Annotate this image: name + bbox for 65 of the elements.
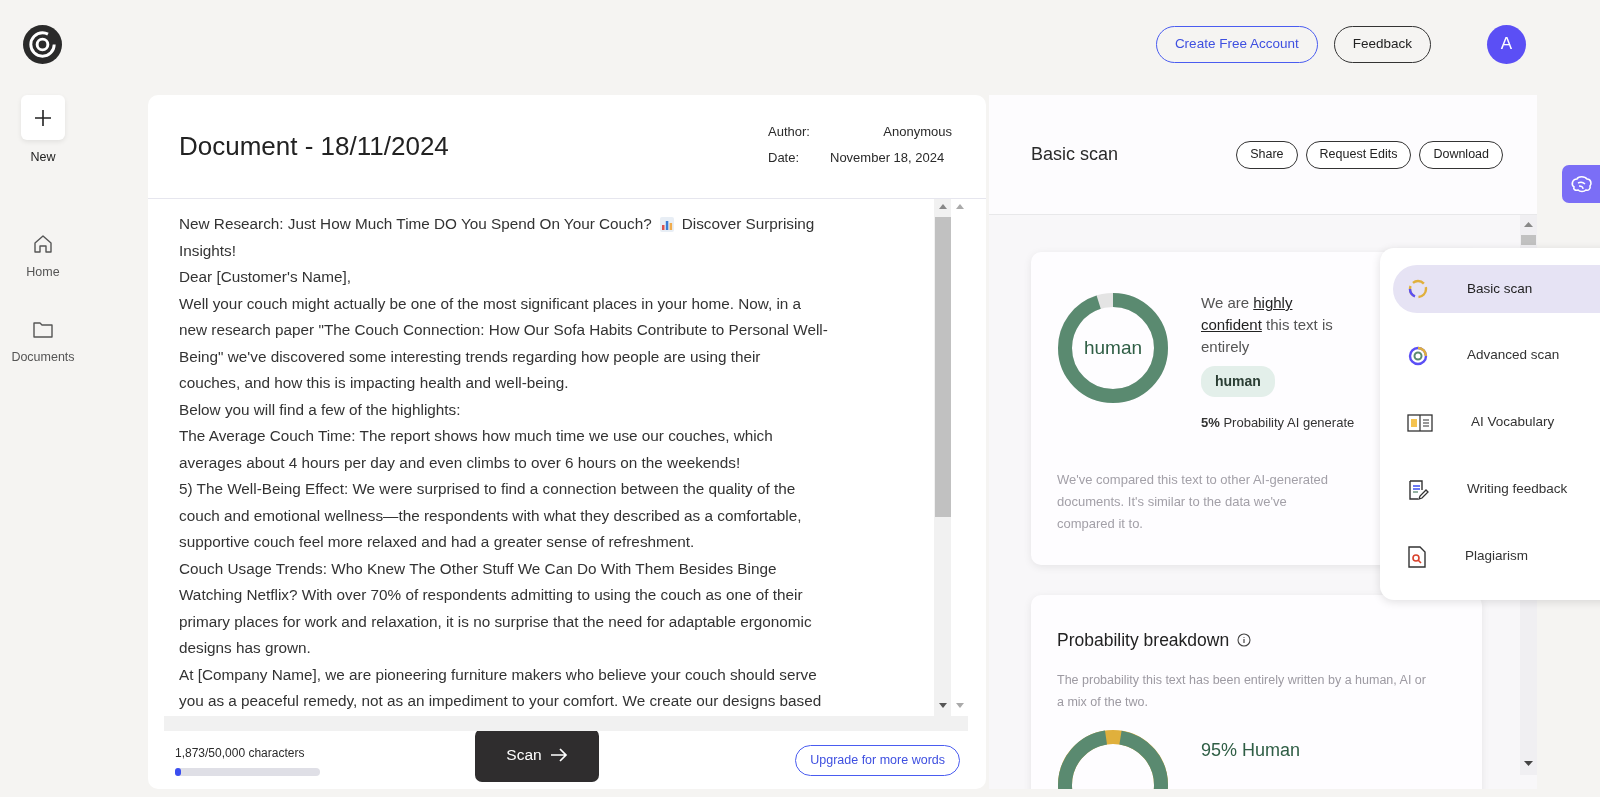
nav-label[interactable]: Documents (11, 347, 75, 367)
breakdown-description: The probability this text has been entirely written by a human, AI or a mix of the two. (1057, 672, 1427, 712)
text-line: Discover Surprising (681, 214, 815, 234)
verdict-tag: human (1201, 366, 1275, 397)
new-label: New (30, 149, 56, 166)
meta-value: Anonymous (882, 122, 952, 141)
document-search-icon (1407, 545, 1427, 568)
folder-icon[interactable] (32, 319, 54, 340)
upgrade-button[interactable]: Upgrade for more words (795, 744, 960, 776)
text-line: 5) The Well-Being Effect: We were surprised to find a connection between the quality of the (179, 479, 796, 499)
logo-icon[interactable] (23, 24, 62, 64)
plus-icon (34, 108, 52, 127)
meta-label: Date: (768, 148, 801, 167)
home-icon[interactable] (32, 232, 54, 255)
text-line: designs has grown. (179, 638, 311, 658)
text-line: At [Company Name], we are pioneering furniture makers who believe your couch should serve (179, 664, 817, 685)
text-line: couches, and how this is impacting health and well-being. (179, 373, 569, 393)
text-line: averages about 4 hours per day and even climbs to over 6 hours on the weekends! (179, 452, 741, 473)
arrow-right-icon (549, 747, 568, 763)
text-line: Insights! (179, 240, 236, 261)
donut-label: human (1083, 337, 1143, 359)
scan-title: Basic scan (1031, 143, 1119, 166)
ai-probability-text: 5% Probability AI generate (1201, 414, 1355, 432)
brain-icon (1570, 174, 1594, 195)
action-button[interactable]: Request Edits (1305, 140, 1412, 169)
comparison-note: We've compared this text to other AI-generated documents. It's similar to the data we've compared it to. (1057, 470, 1330, 533)
nav-label[interactable]: Home (26, 262, 60, 282)
text-line: Well your couch might actually be one of the most significant places in your home. Now, in a (179, 293, 802, 314)
text-line: Being" we've discovered some interesting trends regarding how people are using their (179, 346, 761, 367)
text-line: Couch Usage Trends: Who Knew The Other Stuff We Can Do With Them Besides Binge (179, 558, 777, 579)
vocabulary-book-icon (1407, 413, 1433, 432)
document-pencil-icon (1407, 478, 1429, 501)
brain-button[interactable] (1562, 165, 1600, 203)
text-line: supportive couch feel more relaxed and had a greater sense of refreshment. (179, 532, 695, 552)
scan-type-item[interactable]: Advanced scan (1393, 322, 1600, 389)
action-button[interactable]: Share (1236, 140, 1298, 169)
scan-button[interactable]: Scan (475, 728, 599, 782)
new-button[interactable] (21, 95, 65, 140)
info-icon[interactable] (1237, 633, 1252, 648)
meta-label: Author: (768, 122, 811, 141)
confidence-text: We are highly confident this text is entirely (1201, 293, 1334, 357)
text-line: you as a peaceful remedy, not as an impediment to your comfort. We create our designs based (179, 691, 822, 711)
text-line: Dear [Customer's Name], (179, 267, 352, 287)
text-line: New Research: Just How Much Time DO You Spend On Your Couch? (179, 214, 652, 234)
character-count: 1,873/50,000 characters (175, 745, 306, 762)
text-line: The Average Couch Time: The report shows how much time we use our couches, which (179, 426, 773, 446)
scan-type-item[interactable]: Plagiarism (1393, 523, 1600, 590)
avatar[interactable]: A (1487, 24, 1526, 64)
text-line: couch and emotional wellness—the respondents with what they described as a comfortable, (179, 505, 802, 526)
text-line: primary places for work and relaxation, it is no surprise that the need for adaptable ergonomic (179, 611, 812, 632)
human-percentage: 95% Human (1201, 739, 1301, 763)
scan-type-item[interactable]: Basic scan (1393, 265, 1600, 313)
bar-chart-icon (659, 216, 674, 232)
meta-value: November 18, 2024 (830, 148, 946, 167)
text-line: Below you will find a few of the highlights: (179, 399, 461, 420)
action-button[interactable]: Download (1419, 140, 1503, 169)
horizontal-scrollbar[interactable] (164, 716, 968, 731)
text-line: new research paper "The Couch Connection: How Our Sofa Habits Contribute to Personal Well- (179, 320, 828, 340)
scan-type-item[interactable]: Writing feedback (1393, 456, 1600, 523)
ring-icon (1407, 344, 1429, 367)
scan-type-item[interactable]: AI Vocabulary (1393, 389, 1600, 456)
ring-icon (1407, 278, 1429, 300)
document-title: Document - 18/11/2024 (179, 130, 449, 163)
text-line: Watching Netflix? With over 70% of respondents admitting to using the couch as one of their (179, 585, 803, 605)
breakdown-title: Probability breakdown (1057, 629, 1230, 652)
